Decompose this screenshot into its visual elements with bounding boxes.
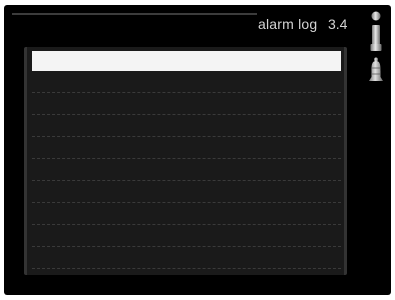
menu-number: 3.4 <box>328 16 348 32</box>
page-title: alarm log <box>258 16 318 32</box>
bell-icon[interactable] <box>368 57 384 85</box>
title-divider <box>12 13 257 15</box>
alarm-log-row[interactable] <box>32 181 341 203</box>
display-screen: alarm log 3.4 <box>4 5 391 295</box>
alarm-log-row[interactable] <box>32 115 341 137</box>
alarm-log-row[interactable] <box>32 93 341 115</box>
alarm-log-row[interactable] <box>32 51 341 71</box>
alarm-log-row[interactable] <box>32 159 341 181</box>
alarm-log-row[interactable] <box>32 203 341 225</box>
alarm-log-row[interactable] <box>32 137 341 159</box>
alarm-log-list <box>24 47 347 275</box>
alarm-log-row[interactable] <box>32 71 341 93</box>
alarm-log-row[interactable] <box>32 247 341 269</box>
info-icon[interactable] <box>370 11 382 53</box>
alarm-log-row[interactable] <box>32 225 341 247</box>
